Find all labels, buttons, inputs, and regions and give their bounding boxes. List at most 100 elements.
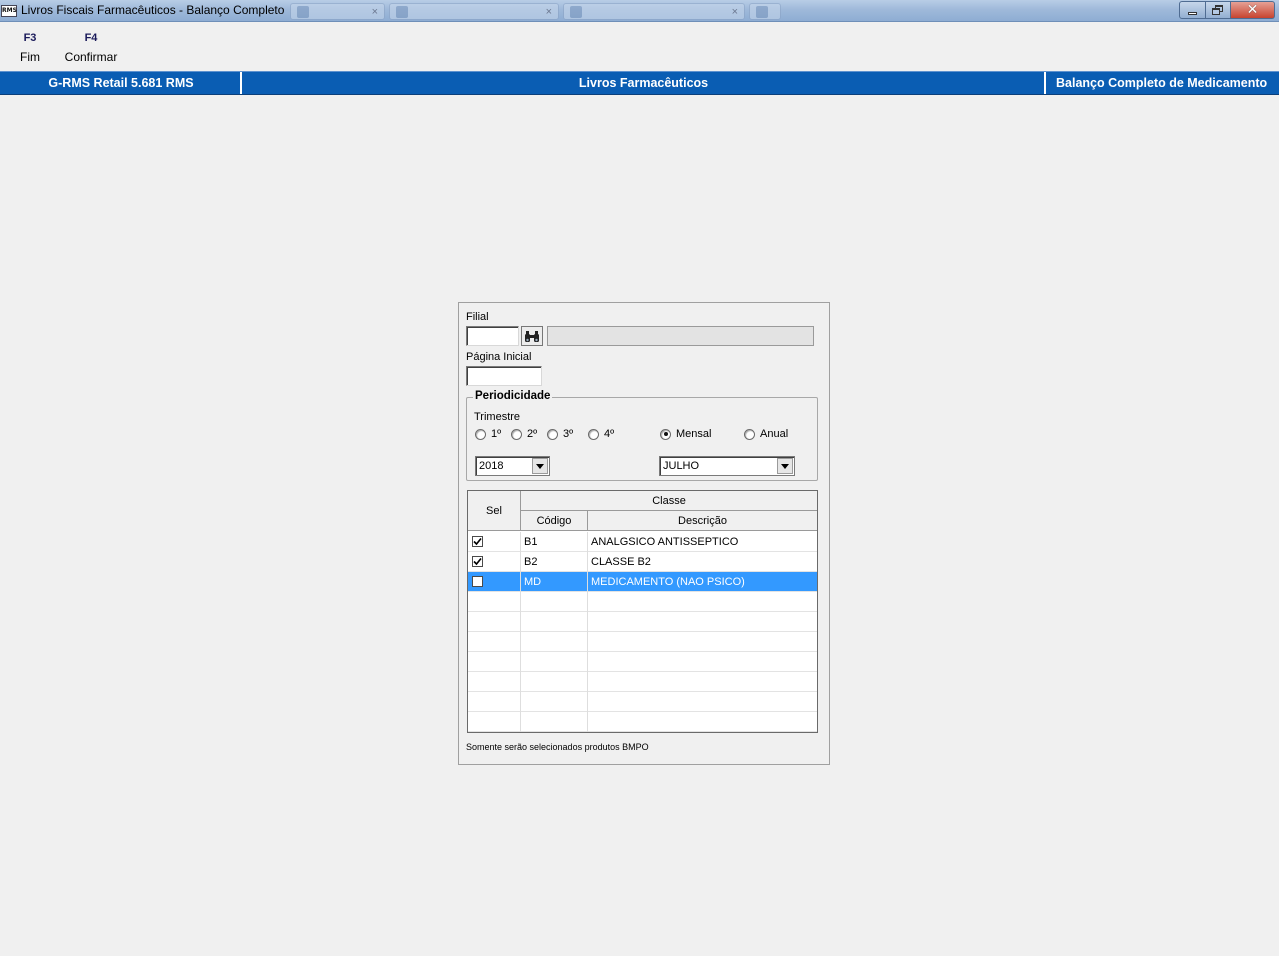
screen-name: Balanço Completo de Medicamento — [1056, 76, 1268, 90]
binoculars-icon — [525, 330, 539, 342]
trimestre-2-radio[interactable]: 2º — [511, 428, 537, 440]
chevron-down-icon — [781, 463, 789, 469]
empty-cell — [588, 632, 817, 652]
empty-table-row[interactable] — [468, 672, 817, 692]
radio-dot — [511, 428, 522, 440]
empty-cell — [468, 712, 521, 732]
checkmark-icon — [473, 537, 482, 546]
f3-key-label: F3 — [23, 32, 37, 44]
minimize-button[interactable] — [1179, 1, 1206, 19]
grid-header-codigo[interactable]: Código — [521, 511, 588, 531]
table-row[interactable]: B1 ANALGSICO ANTISSEPTICO — [468, 532, 817, 552]
restore-icon — [1212, 5, 1224, 15]
periodicidade-group: Periodicidade Trimestre 1º 2º 3º 4º Mens… — [466, 390, 818, 481]
periodicidade-title: Periodicidade — [473, 390, 553, 402]
pagina-inicial-field[interactable] — [466, 366, 542, 386]
descricao-cell: ANALGSICO ANTISSEPTICO — [591, 536, 739, 548]
filial-input[interactable] — [467, 327, 518, 345]
sel-cell[interactable] — [468, 532, 521, 552]
empty-table-row[interactable] — [468, 612, 817, 632]
filial-field[interactable] — [466, 326, 519, 346]
title-bar[interactable]: RMS Livros Fiscais Farmacêuticos - Balan… — [0, 0, 1279, 22]
row-checkbox[interactable] — [472, 576, 483, 587]
function-key-bar: F3 Fim F4 Confirmar — [0, 22, 1279, 70]
codigo-cell: MD — [521, 572, 588, 592]
pagina-inicial-input[interactable] — [467, 367, 541, 385]
empty-cell — [468, 632, 521, 652]
empty-table-row[interactable] — [468, 692, 817, 712]
checkmark-icon — [473, 557, 482, 566]
header-band: G-RMS Retail 5.681 RMS Livros Farmacêuti… — [0, 71, 1279, 95]
radio-dot-selected — [660, 428, 671, 440]
minimize-icon — [1188, 12, 1197, 15]
descricao-cell: CLASSE B2 — [591, 556, 651, 568]
trimestre-1-radio[interactable]: 1º — [475, 428, 501, 440]
codigo-cell: B2 — [521, 552, 588, 572]
mensal-label: Mensal — [676, 428, 712, 440]
empty-cell — [521, 632, 588, 652]
f4-confirmar-button[interactable]: F4 Confirmar — [58, 22, 124, 64]
background-tab — [749, 3, 781, 20]
trimestre-4-label: 4º — [604, 428, 615, 440]
row-checkbox[interactable] — [472, 556, 483, 567]
trimestre-3-label: 3º — [563, 428, 574, 440]
f4-action-label: Confirmar — [64, 50, 118, 64]
descricao-cell: MEDICAMENTO (NAO PSICO) — [591, 576, 745, 588]
empty-cell — [468, 652, 521, 672]
filial-search-button[interactable] — [521, 326, 543, 346]
empty-table-row[interactable] — [468, 652, 817, 672]
month-select[interactable]: JULHO — [659, 456, 795, 476]
empty-table-row[interactable] — [468, 632, 817, 652]
year-select-value: 2018 — [479, 460, 504, 472]
empty-cell — [588, 712, 817, 732]
background-tab: × — [389, 3, 559, 20]
empty-cell — [468, 692, 521, 712]
empty-cell — [468, 612, 521, 632]
module-name: Livros Farmacêuticos — [578, 76, 709, 90]
close-button[interactable]: ✕ — [1231, 1, 1275, 19]
trimestre-3-radio[interactable]: 3º — [547, 428, 573, 440]
empty-cell — [521, 652, 588, 672]
empty-cell — [588, 692, 817, 712]
restore-button[interactable] — [1206, 1, 1231, 19]
trimestre-label: Trimestre — [474, 411, 521, 423]
empty-cell — [468, 672, 521, 692]
trimestre-4-radio[interactable]: 4º — [588, 428, 614, 440]
empty-table-row[interactable] — [468, 712, 817, 732]
bmpo-footnote: Somente serão selecionados produtos BMPO — [466, 742, 649, 752]
sel-cell[interactable] — [468, 572, 521, 592]
mensal-radio[interactable]: Mensal — [660, 428, 711, 440]
year-select[interactable]: 2018 — [475, 456, 550, 476]
grid-header-sel[interactable]: Sel — [468, 491, 521, 531]
f3-fim-button[interactable]: F3 Fim — [14, 22, 46, 64]
anual-radio[interactable]: Anual — [744, 428, 788, 440]
grid-header-descricao[interactable]: Descrição — [588, 511, 817, 531]
radio-dot — [547, 428, 558, 440]
window-controls: ✕ — [1179, 1, 1275, 19]
table-row[interactable]: B2 CLASSE B2 — [468, 552, 817, 572]
table-row[interactable]: MD MEDICAMENTO (NAO PSICO) — [468, 572, 817, 592]
balanco-form-panel: Filial Página Inicial Periodicidade Trim… — [458, 302, 830, 765]
empty-cell — [521, 712, 588, 732]
window-title: Livros Fiscais Farmacêuticos - Balanço C… — [21, 3, 285, 17]
empty-cell — [588, 592, 817, 612]
anual-label: Anual — [760, 428, 789, 440]
empty-cell — [521, 672, 588, 692]
pagina-inicial-label: Página Inicial — [466, 351, 532, 363]
grid-header-classe: Classe — [521, 491, 817, 511]
month-dropdown-button[interactable] — [777, 458, 793, 474]
empty-table-row[interactable] — [468, 592, 817, 612]
empty-cell — [521, 592, 588, 612]
empty-cell — [588, 672, 817, 692]
trimestre-1-label: 1º — [491, 428, 502, 440]
classe-grid[interactable]: Sel Classe Código Descrição B1 ANALGSICO … — [467, 490, 818, 733]
filial-label: Filial — [466, 311, 489, 323]
row-checkbox[interactable] — [472, 536, 483, 547]
system-name: G-RMS Retail 5.681 RMS — [48, 76, 194, 90]
year-dropdown-button[interactable] — [532, 458, 548, 474]
sel-cell[interactable] — [468, 552, 521, 572]
app-icon: RMS — [1, 5, 17, 17]
radio-dot — [475, 428, 486, 440]
background-tab: × — [290, 3, 385, 20]
empty-cell — [588, 612, 817, 632]
